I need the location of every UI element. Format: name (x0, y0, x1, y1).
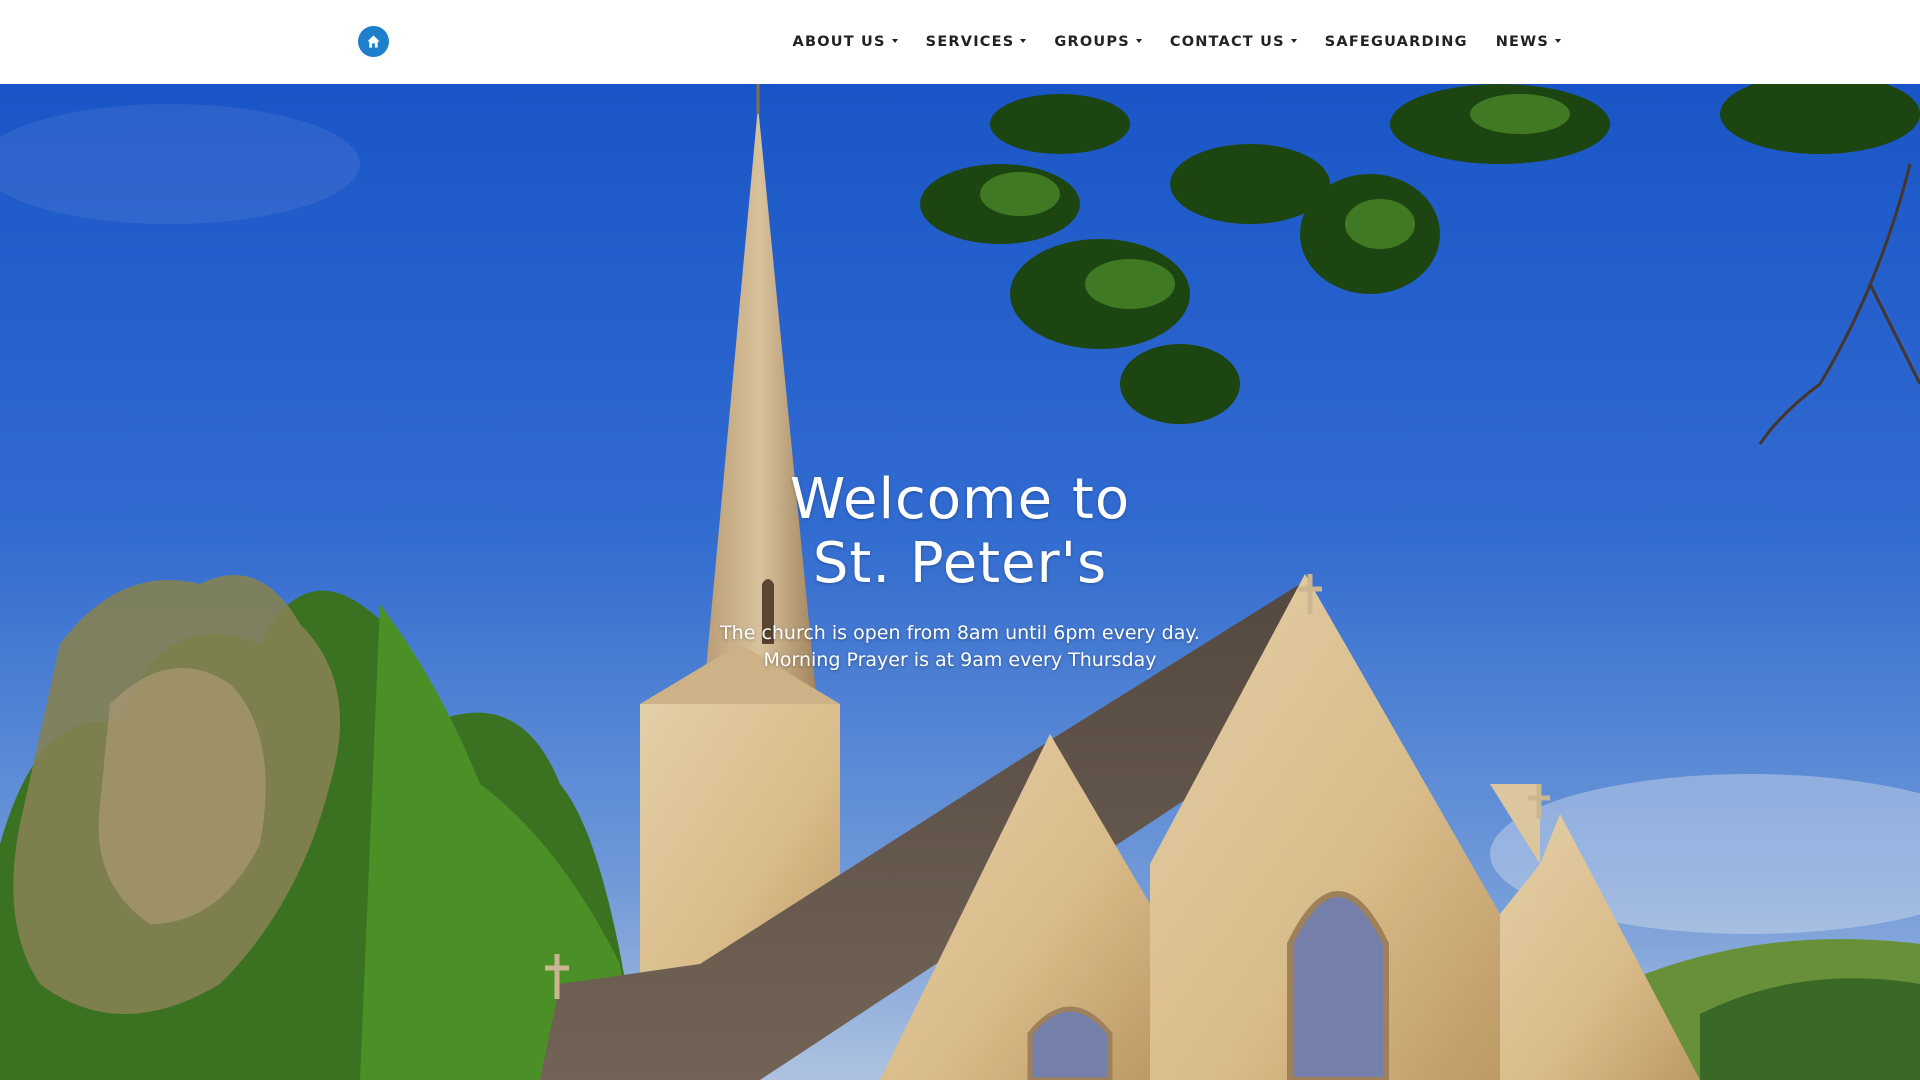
hero-text-block: Welcome to St. Peter's The church is ope… (0, 468, 1920, 674)
caret-down-icon (1020, 39, 1027, 43)
nav-item-contact-us[interactable]: CONTACT US (1170, 34, 1297, 50)
nav-item-services[interactable]: SERVICES (926, 34, 1027, 50)
hero-subtitle: The church is open from 8am until 6pm ev… (0, 620, 1920, 674)
hero-title-line: Welcome to (789, 467, 1131, 532)
nav-label: NEWS (1495, 34, 1549, 50)
home-logo-button[interactable] (358, 26, 389, 57)
nav-label: SERVICES (925, 34, 1015, 50)
nav-label: ABOUT US (792, 34, 886, 50)
nav-item-safeguarding[interactable]: SAFEGUARDING (1325, 34, 1468, 50)
caret-down-icon (1135, 39, 1142, 43)
nav-label: CONTACT US (1169, 34, 1285, 50)
hero-banner: Welcome to St. Peter's The church is ope… (0, 84, 1920, 1080)
nav-item-news[interactable]: NEWS (1496, 34, 1561, 50)
home-icon (367, 35, 380, 48)
caret-down-icon (1555, 39, 1561, 43)
hero-title: Welcome to St. Peter's (0, 468, 1920, 596)
caret-down-icon (1290, 39, 1297, 43)
nav-label: GROUPS (1054, 34, 1130, 50)
nav-label: SAFEGUARDING (1324, 34, 1468, 50)
main-nav-menu: ABOUT US SERVICES GROUPS CONTACT US SAFE… (793, 0, 1561, 84)
nav-item-groups[interactable]: GROUPS (1054, 34, 1142, 50)
hero-subtitle-line: Morning Prayer is at 9am every Thursday (763, 649, 1157, 671)
top-navbar: ABOUT US SERVICES GROUPS CONTACT US SAFE… (0, 0, 1920, 84)
hero-title-line: St. Peter's (812, 531, 1108, 596)
caret-down-icon (891, 39, 898, 43)
nav-item-about-us[interactable]: ABOUT US (793, 34, 898, 50)
hero-subtitle-line: The church is open from 8am until 6pm ev… (720, 622, 1200, 644)
